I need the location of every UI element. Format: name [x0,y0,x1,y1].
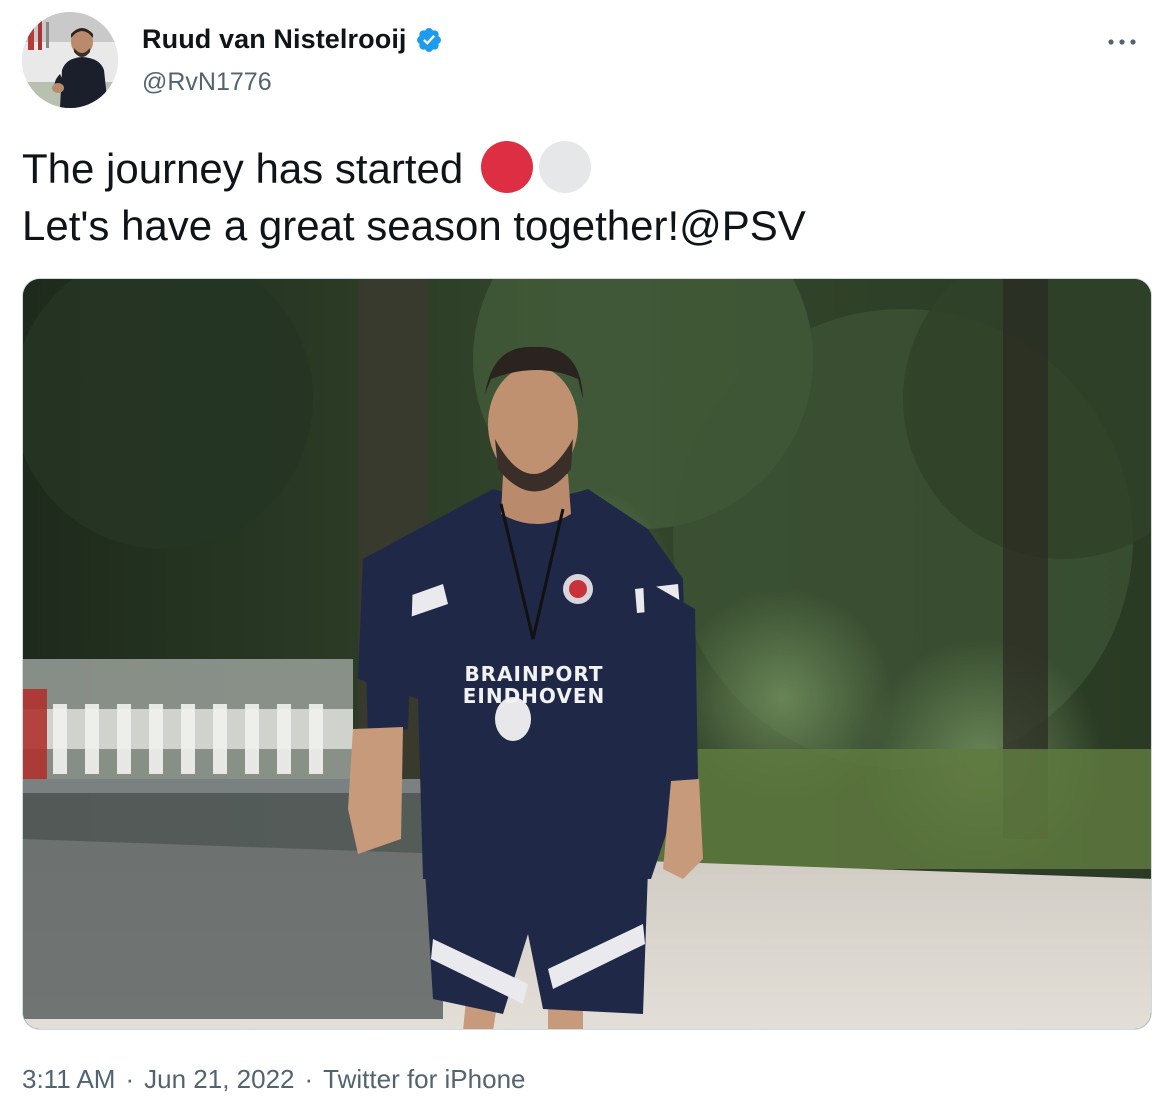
jersey-sponsor-text: BRAINPORT EINDHOVEN [459,663,609,707]
display-name[interactable]: Ruud van Nistelrooij [142,24,407,55]
tweet-date[interactable]: Jun 21, 2022 [144,1064,294,1095]
photo-scene [23,279,1151,1029]
avatar[interactable] [22,12,118,108]
verified-badge-icon [415,26,443,54]
tweet-text-line-2: Let's have a great season together!@PSV [22,197,1150,254]
more-options-icon[interactable] [1102,22,1142,62]
jersey-sponsor-line-2: EINDHOVEN [462,684,606,708]
red-circle-emoji-icon [480,141,533,193]
tweet-text-line-1: The journey has started [22,140,1150,197]
meta-separator: · [304,1064,314,1094]
tweet-time[interactable]: 3:11 AM [22,1064,115,1095]
tweet-text: The journey has started Let's have a gre… [22,140,1150,254]
tweet-text-part-2: Let's have a great season together! [22,202,680,249]
tweet-photo[interactable]: BRAINPORT EINDHOVEN [22,278,1152,1030]
user-names: Ruud van Nistelrooij @RvN1776 [142,22,443,97]
jersey-sponsor-line-1: BRAINPORT [464,662,604,686]
tweet-header: Ruud van Nistelrooij @RvN1776 [22,12,1150,112]
meta-separator: · [125,1064,135,1094]
tweet-source: Twitter for iPhone [323,1064,526,1094]
white-circle-emoji-icon [538,141,591,193]
tweet-text-part-1: The journey has started [22,145,464,192]
user-handle[interactable]: @RvN1776 [142,68,443,97]
psv-mention-link[interactable]: @PSV [679,202,806,249]
name-row: Ruud van Nistelrooij [142,22,443,56]
avatar-image [22,12,118,108]
tweet-card: Ruud van Nistelrooij @RvN1776 The journe… [0,0,1172,1110]
tweet-meta: 3:11 AM · Jun 21, 2022 · Twitter for iPh… [22,1064,525,1095]
